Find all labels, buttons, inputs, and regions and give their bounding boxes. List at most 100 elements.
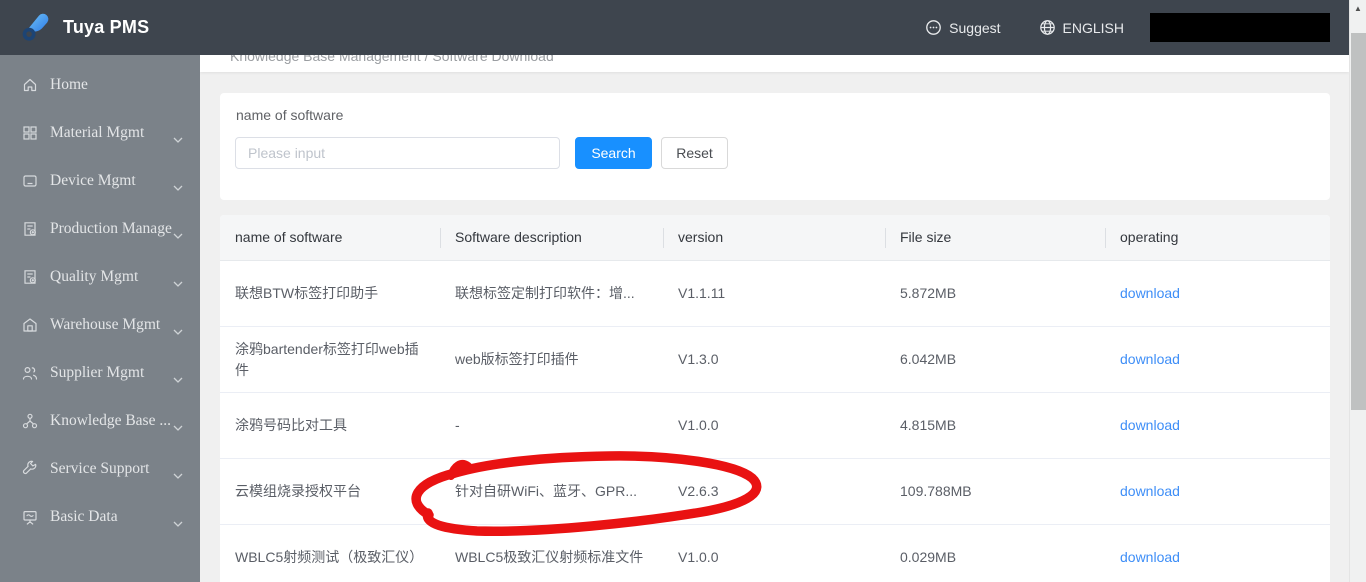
table-row-circled: 云模组烧录授权平台 针对自研WiFi、蓝牙、GPR... V2.6.3 109.… (220, 459, 1330, 525)
col-header-filesize: File size (885, 215, 1105, 260)
globe-icon (1039, 19, 1056, 36)
cell-version: V2.6.3 (678, 483, 719, 499)
tuya-logo-icon (20, 9, 53, 47)
cell-name: 云模组烧录授权平台 (235, 483, 361, 499)
home-icon (21, 76, 39, 94)
sidebar-nav: Home Material Mgmt Device Mgmt Productio… (0, 55, 200, 582)
language-switcher[interactable]: ENGLISH (1039, 19, 1124, 36)
download-link[interactable]: download (1120, 415, 1180, 436)
sidebar-item-device-mgmt[interactable]: Device Mgmt (0, 157, 200, 205)
quality-document-icon (21, 268, 39, 286)
wrench-icon (21, 460, 39, 478)
sidebar-label: Home (50, 76, 88, 93)
table-header-row: name of software Software description ve… (220, 215, 1330, 261)
sidebar-item-knowledge-base[interactable]: Knowledge Base ... (0, 397, 200, 445)
chevron-down-icon (173, 274, 183, 292)
sidebar-item-supplier-mgmt[interactable]: Supplier Mgmt (0, 349, 200, 397)
suggest-bubble-icon (925, 19, 942, 36)
chevron-down-icon (173, 370, 183, 388)
sidebar-label: Knowledge Base ... (50, 412, 171, 429)
cell-description: 联想标签定制打印软件：增... (455, 285, 635, 301)
cell-version: V1.1.11 (678, 285, 726, 301)
grid-icon (21, 124, 39, 142)
user-account-redacted[interactable] (1150, 13, 1330, 42)
download-link[interactable]: download (1120, 349, 1180, 370)
chevron-down-icon (173, 466, 183, 484)
cell-description: 针对自研WiFi、蓝牙、GPR... (455, 483, 637, 499)
software-name-input[interactable] (235, 137, 560, 169)
chevron-down-icon (173, 322, 183, 340)
header-actions: Suggest ENGLISH (925, 13, 1349, 42)
col-header-operating: operating (1105, 215, 1330, 260)
suggest-button[interactable]: Suggest (925, 19, 1001, 36)
language-label: ENGLISH (1062, 19, 1124, 36)
table-row: 联想BTW标签打印助手 联想标签定制打印软件：增... V1.1.11 5.87… (220, 261, 1330, 327)
chevron-down-icon (173, 130, 183, 148)
col-header-name: name of software (235, 229, 343, 245)
col-header-description: Software description (440, 215, 663, 260)
suggest-label: Suggest (949, 19, 1001, 36)
tuya-logo[interactable]: Tuya PMS (0, 9, 149, 47)
sidebar-label: Warehouse Mgmt (50, 316, 161, 333)
table-row: WBLC5射频测试（极致汇仪） WBLC5极致汇仪射频标准文件 V1.0.0 0… (220, 525, 1330, 582)
production-document-icon (21, 220, 39, 238)
col-header-version: version (663, 215, 885, 260)
search-button[interactable]: Search (575, 137, 652, 169)
cell-name: 联想BTW标签打印助手 (235, 285, 379, 301)
chevron-down-icon (173, 226, 183, 244)
sidebar-label: Material Mgmt (50, 124, 145, 141)
search-field-label: name of software (236, 107, 344, 123)
cell-filesize: 5.872MB (900, 285, 957, 301)
cell-description: web版标签打印插件 (455, 351, 579, 367)
download-link[interactable]: download (1120, 547, 1180, 568)
cell-filesize: 4.815MB (900, 417, 957, 433)
warehouse-icon (21, 316, 39, 334)
table-row: 涂鸦bartender标签打印web插件 web版标签打印插件 V1.3.0 6… (220, 327, 1330, 393)
sidebar-label: Supplier Mgmt (50, 364, 145, 381)
cell-version: V1.3.0 (678, 351, 719, 367)
chevron-down-icon (173, 418, 183, 436)
device-icon (21, 172, 39, 190)
sidebar-label: Quality Mgmt (50, 268, 139, 285)
cell-version: V1.0.0 (678, 417, 719, 433)
page: Tuya PMS Suggest ENGLISH ▲ Home Material… (0, 0, 1366, 582)
chevron-down-icon (173, 178, 183, 196)
top-header: Tuya PMS Suggest ENGLISH (0, 0, 1349, 55)
cell-filesize: 0.029MB (900, 549, 957, 565)
main-content: Knowledge Base Management / Software Dow… (200, 55, 1349, 582)
presentation-board-icon (21, 508, 39, 526)
cell-name: 涂鸦bartender标签打印web插件 (235, 340, 419, 378)
cell-name: 涂鸦号码比对工具 (235, 417, 347, 433)
cell-filesize: 6.042MB (900, 351, 957, 367)
sidebar-item-service-support[interactable]: Service Support (0, 445, 200, 493)
download-link[interactable]: download (1120, 283, 1180, 304)
scrollbar-thumb[interactable] (1351, 33, 1366, 410)
sidebar-item-basic-data[interactable]: Basic Data (0, 493, 200, 541)
scroll-up-arrow-icon[interactable]: ▲ (1350, 4, 1366, 13)
sidebar-label: Production Manage (50, 220, 172, 237)
sidebar-label: Basic Data (50, 508, 118, 525)
download-link[interactable]: download (1120, 481, 1180, 502)
supplier-people-icon (21, 364, 39, 382)
sidebar-item-quality-mgmt[interactable]: Quality Mgmt (0, 253, 200, 301)
breadcrumb-bar: Knowledge Base Management / Software Dow… (200, 55, 1349, 72)
sidebar-item-warehouse-mgmt[interactable]: Warehouse Mgmt (0, 301, 200, 349)
chevron-down-icon (173, 514, 183, 532)
breadcrumb[interactable]: Knowledge Base Management / Software Dow… (230, 55, 554, 64)
sidebar-item-production-manage[interactable]: Production Manage (0, 205, 200, 253)
table-row: 涂鸦号码比对工具 - V1.0.0 4.815MB download (220, 393, 1330, 459)
brand-title: Tuya PMS (63, 17, 150, 37)
cell-description: WBLC5极致汇仪射频标准文件 (455, 549, 644, 565)
cell-filesize: 109.788MB (900, 483, 972, 499)
sidebar-label: Service Support (50, 460, 150, 477)
search-panel: name of software Search Reset (220, 93, 1330, 200)
cell-version: V1.0.0 (678, 549, 719, 565)
cell-name: WBLC5射频测试（极致汇仪） (235, 549, 424, 565)
scrollbar[interactable]: ▲ (1349, 0, 1366, 582)
knowledge-org-icon (21, 412, 39, 430)
sidebar-item-home[interactable]: Home (0, 61, 200, 109)
sidebar-item-material-mgmt[interactable]: Material Mgmt (0, 109, 200, 157)
reset-button[interactable]: Reset (661, 137, 728, 169)
software-table: name of software Software description ve… (220, 215, 1330, 582)
sidebar-label: Device Mgmt (50, 172, 136, 189)
